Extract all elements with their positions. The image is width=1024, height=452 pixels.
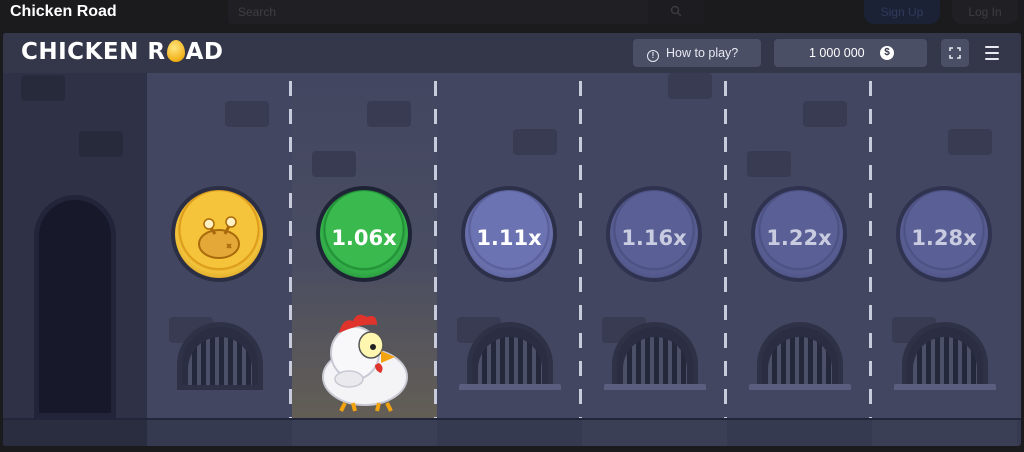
start-zone: [3, 73, 147, 418]
ground-segment: [3, 420, 148, 446]
multiplier-coin: 1.16x: [606, 186, 702, 282]
road-field: 1.06x 1.11x 1.16x 1.22x 1.28x: [3, 73, 1021, 446]
search-bar[interactable]: Search: [228, 0, 704, 24]
game-logo: CHICKEN R AD: [21, 39, 223, 65]
ground-strip: [3, 418, 1021, 446]
how-to-play-button[interactable]: ! How to play?: [633, 39, 761, 67]
search-button[interactable]: [648, 0, 704, 24]
multiplier-coin-next[interactable]: 1.11x: [461, 186, 557, 282]
balance-display: 1 000 000 $: [774, 39, 927, 67]
dollar-coin-icon: $: [880, 46, 894, 60]
menu-line: [985, 52, 999, 54]
brick: [747, 151, 791, 177]
brick: [225, 101, 269, 127]
multiplier-coin: 1.22x: [751, 186, 847, 282]
menu-line: [985, 46, 999, 48]
game-header: CHICKEN R AD ! How to play? 1 000 000 $: [3, 33, 1021, 73]
manhole-plate: [894, 384, 996, 390]
balance-value: 1 000 000: [809, 46, 865, 60]
game-frame: CHICKEN R AD ! How to play? 1 000 000 $: [3, 33, 1021, 446]
brick: [668, 73, 712, 99]
logo-text-left: CHICKEN R: [21, 39, 166, 65]
manhole-plate: [749, 384, 851, 390]
fullscreen-icon: [949, 47, 961, 59]
menu-line: [985, 58, 999, 60]
fullscreen-button[interactable]: [941, 39, 969, 67]
ground-segment: [147, 420, 292, 446]
brick: [312, 151, 356, 177]
passed-lane-coin: [171, 186, 267, 282]
ground-segment: [437, 420, 582, 446]
multiplier-coin: 1.28x: [896, 186, 992, 282]
sewer-grate: [757, 322, 843, 390]
hamburger-menu-button[interactable]: [979, 41, 1005, 65]
ground-segment: [872, 420, 1017, 446]
site-title[interactable]: Chicken Road: [10, 3, 117, 21]
manhole-plate: [604, 384, 706, 390]
how-to-play-label: How to play?: [666, 46, 739, 60]
info-icon: !: [647, 50, 659, 62]
roast-chicken-icon: [198, 216, 240, 259]
manhole-plate: [459, 384, 561, 390]
brick: [803, 101, 847, 127]
search-input[interactable]: Search: [238, 5, 276, 19]
brick: [948, 129, 992, 155]
golden-egg-icon: [166, 40, 185, 62]
ground-segment: [582, 420, 727, 446]
site-header: Chicken Road Search Sign Up Log In: [0, 0, 1024, 32]
start-doorway: [34, 195, 116, 418]
search-icon: [670, 5, 682, 17]
log-in-button[interactable]: Log In: [952, 0, 1018, 24]
brick: [367, 101, 411, 127]
logo-text-right: AD: [185, 39, 224, 65]
multiplier-coin-current: 1.06x: [316, 186, 412, 282]
ground-segment: [292, 420, 437, 446]
chicken-character: [322, 314, 408, 412]
brick: [513, 129, 557, 155]
ground-segment: [727, 420, 872, 446]
brick: [21, 75, 65, 101]
brick: [79, 131, 123, 157]
sign-up-button[interactable]: Sign Up: [864, 0, 940, 24]
